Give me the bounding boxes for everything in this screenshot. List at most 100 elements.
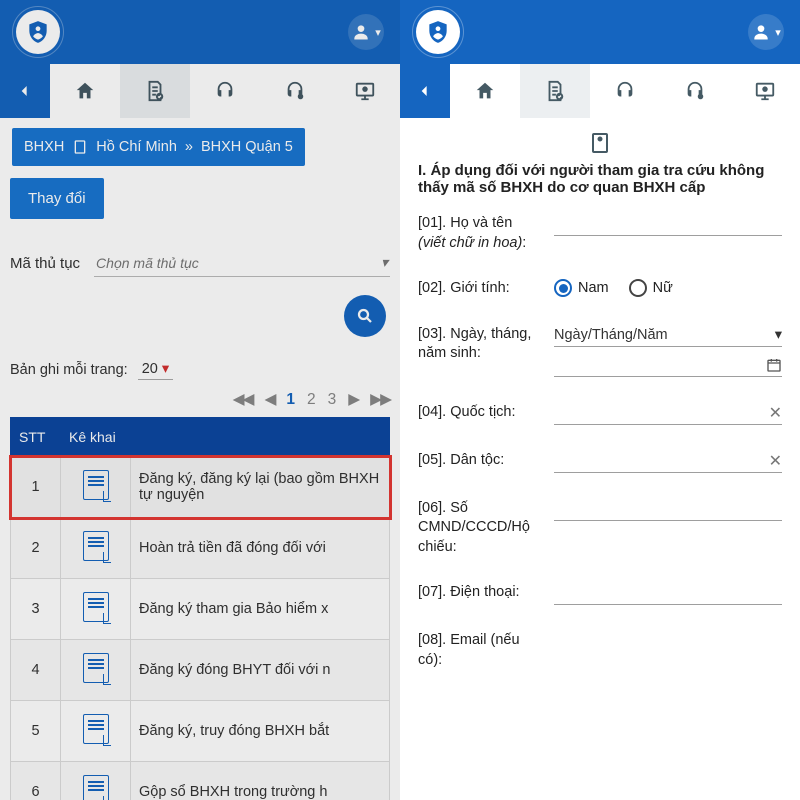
table-row[interactable]: 4 Đăng ký đóng BHYT đối với n [11, 640, 390, 701]
cell-stt: 2 [11, 518, 61, 579]
nav-support-2[interactable] [260, 64, 330, 118]
cell-stt: 6 [11, 762, 61, 800]
field-08-label: [08]. Email (nếu có): [418, 631, 540, 670]
page-size-select[interactable]: 20 ▾ [138, 359, 173, 380]
back-arrow-icon [415, 81, 435, 101]
field-03-label: [03]. Ngày, tháng, năm sinh: [418, 325, 540, 364]
nav-docs[interactable] [120, 64, 190, 118]
field-02-label: [02]. Giới tính: [418, 279, 540, 299]
table-row[interactable]: 3 Đăng ký tham gia Bảo hiểm x [11, 579, 390, 640]
dob-datepicker[interactable] [554, 357, 782, 377]
cell-kekhai[interactable] [61, 762, 131, 800]
form-section-title: I. Áp dụng đối với người tham gia tra cứ… [418, 162, 782, 196]
account-menu-button[interactable]: ▾ [348, 14, 384, 50]
document-icon [544, 80, 566, 102]
nav-support-1[interactable] [190, 64, 260, 118]
back-button[interactable] [0, 64, 50, 118]
field-04-input[interactable]: ✕ [554, 403, 782, 425]
th-kekhai: Kê khai [61, 418, 131, 457]
app-logo [16, 10, 60, 54]
user-icon [751, 22, 771, 42]
cell-kekhai[interactable] [61, 579, 131, 640]
table-row[interactable]: 2 Hoàn trả tiền đã đóng đối với [11, 518, 390, 579]
clear-icon[interactable]: ✕ [769, 451, 782, 471]
field-01-label: [01]. Họ và tên (viết chữ in hoa): [418, 214, 540, 253]
form-doc-icon [83, 653, 109, 683]
change-button[interactable]: Thay đổi [10, 178, 104, 219]
chevron-down-icon: ▾ [775, 26, 781, 39]
back-arrow-icon [15, 81, 35, 101]
breadcrumb-district: BHXH Quận 5 [201, 139, 293, 155]
clear-icon[interactable]: ✕ [769, 403, 782, 423]
headset-icon [214, 80, 236, 102]
nav-monitor[interactable] [730, 64, 800, 118]
breadcrumb-sep: » [185, 139, 193, 155]
nav-toolbar [400, 64, 800, 118]
cell-kekhai[interactable] [61, 457, 131, 518]
cell-name: Đăng ký, truy đóng BHXH bắt [131, 701, 390, 762]
form-doc-icon [83, 592, 109, 622]
cell-name: Gộp sổ BHXH trong trường h [131, 762, 390, 800]
chevron-down-icon: ▾ [381, 254, 388, 271]
gender-radio-group: Nam Nữ [554, 279, 673, 297]
pager-last[interactable]: ▶▶ [370, 390, 390, 409]
cell-name: Đăng ký, đăng ký lại (bao gồm BHXH tự ng… [131, 457, 390, 518]
nav-toolbar [0, 64, 400, 118]
app-header: ▾ [0, 0, 400, 64]
table-row[interactable]: 1 Đăng ký, đăng ký lại (bao gồm BHXH tự … [11, 457, 390, 518]
field-06-label: [06]. Số CMND/CCCD/Hộ chiếu: [418, 499, 540, 558]
app-header: ▾ [400, 0, 800, 64]
nav-docs[interactable] [520, 64, 590, 118]
pager-first[interactable]: ◀◀ [233, 390, 253, 409]
headset-alt-icon [684, 80, 706, 102]
cell-stt: 3 [11, 579, 61, 640]
cell-stt: 4 [11, 640, 61, 701]
left-panel: ▾ BHXH Hồ Chí Minh » BHXH Quận 5 Thay đổ… [0, 0, 400, 800]
search-button[interactable] [344, 295, 386, 337]
table-row[interactable]: 6 Gộp sổ BHXH trong trường h [11, 762, 390, 800]
page-size-value: 20 [142, 361, 158, 377]
chevron-down-icon: ▾ [375, 26, 381, 39]
nav-monitor[interactable] [330, 64, 400, 118]
pager: ◀◀ ◀ 1 2 3 ▶ ▶▶ [10, 390, 390, 409]
nav-support-2[interactable] [660, 64, 730, 118]
procedure-dropdown-placeholder: Chọn mã thủ tục [96, 255, 199, 271]
field-01-input[interactable] [554, 214, 782, 236]
calendar-icon [766, 357, 782, 373]
book-icon [588, 130, 612, 156]
nav-home[interactable] [450, 64, 520, 118]
breadcrumb-badge[interactable]: BHXH Hồ Chí Minh » BHXH Quận 5 [12, 128, 305, 166]
cell-name: Đăng ký đóng BHYT đối với n [131, 640, 390, 701]
form-doc-icon [83, 714, 109, 744]
radio-male[interactable]: Nam [554, 279, 609, 297]
pager-next[interactable]: ▶ [348, 390, 358, 409]
form-doc-icon [83, 775, 109, 800]
cell-kekhai[interactable] [61, 640, 131, 701]
table-row[interactable]: 5 Đăng ký, truy đóng BHXH bắt [11, 701, 390, 762]
nav-home[interactable] [50, 64, 120, 118]
field-07-input[interactable] [554, 583, 782, 605]
dob-format-select[interactable]: Ngày/Tháng/Năm ▾ [554, 325, 782, 347]
nav-support-1[interactable] [590, 64, 660, 118]
pager-page-1[interactable]: 1 [286, 391, 295, 409]
radio-female[interactable]: Nữ [629, 279, 673, 297]
field-06-input[interactable] [554, 499, 782, 521]
cell-kekhai[interactable] [61, 701, 131, 762]
field-05-input[interactable]: ✕ [554, 451, 782, 473]
pager-page-3[interactable]: 3 [328, 391, 337, 409]
pager-prev[interactable]: ◀ [264, 390, 274, 409]
headset-icon [614, 80, 636, 102]
pager-page-2[interactable]: 2 [307, 391, 316, 409]
field-05-label: [05]. Dân tộc: [418, 451, 540, 471]
form-header-icon [418, 130, 782, 156]
field-08-input[interactable] [554, 631, 782, 653]
procedure-code-dropdown[interactable]: Chọn mã thủ tục ▾ [94, 249, 390, 277]
radio-male-label: Nam [578, 280, 609, 296]
cell-kekhai[interactable] [61, 518, 131, 579]
user-icon [351, 22, 371, 42]
cell-name: Đăng ký tham gia Bảo hiểm x [131, 579, 390, 640]
document-small-icon [72, 138, 88, 156]
account-menu-button[interactable]: ▾ [748, 14, 784, 50]
radio-female-label: Nữ [653, 280, 673, 296]
back-button[interactable] [400, 64, 450, 118]
